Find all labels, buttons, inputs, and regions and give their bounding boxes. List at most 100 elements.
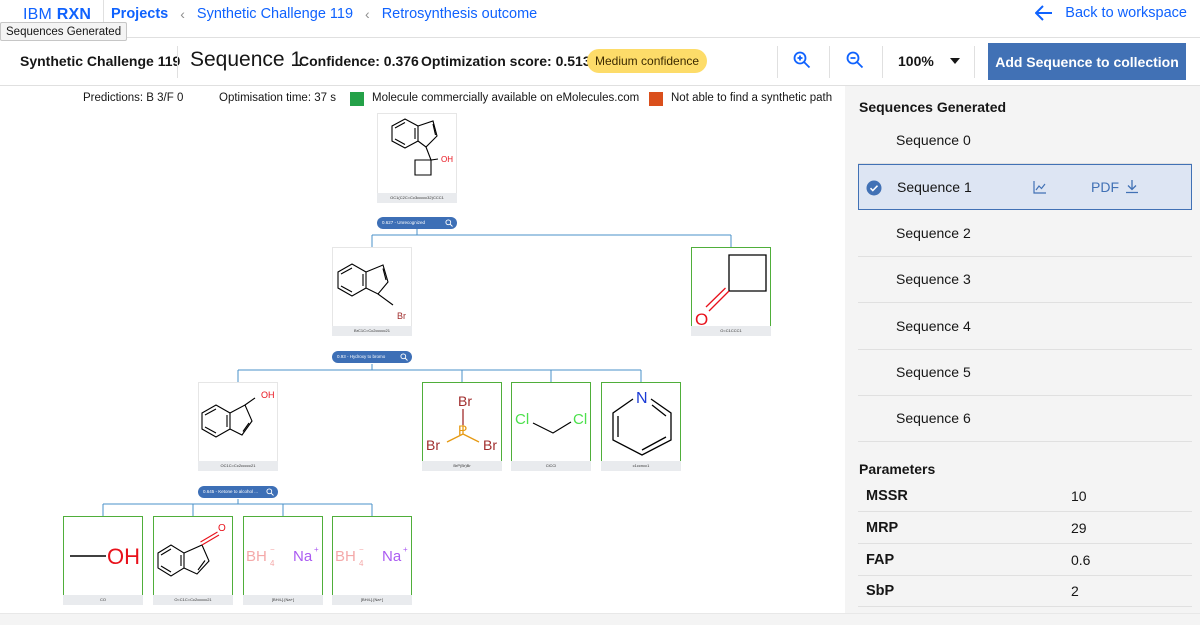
parameter-row: MRP 29 bbox=[858, 512, 1192, 544]
parameter-key: SbP bbox=[866, 583, 895, 599]
parameter-value: 29 bbox=[1071, 520, 1087, 536]
molecule-bromoindene[interactable]: Br BrC1C=Cc2ccccc21 bbox=[332, 247, 412, 336]
sequences-heading: Sequences Generated bbox=[859, 99, 1007, 115]
footer-strip bbox=[0, 613, 1200, 625]
zoom-out-icon bbox=[846, 51, 864, 69]
molecule-nabh4[interactable]: BH − 4 Na + [BH4-].[Na+] bbox=[332, 516, 412, 605]
caret-down-icon bbox=[950, 58, 960, 64]
sequence-item[interactable]: Sequence 4 bbox=[858, 304, 1192, 350]
molecule-pyridine[interactable]: N c1ccncc1 bbox=[601, 382, 681, 471]
smiles-target: OC1(C2C=Cc3ccccc32)CCC1 bbox=[377, 193, 457, 203]
sequence-item[interactable]: Sequence 5 bbox=[858, 350, 1192, 396]
structure-pyridine: N bbox=[612, 390, 672, 456]
confidence-value: Confidence: 0.376 bbox=[299, 53, 419, 69]
pdf-link[interactable]: PDF bbox=[1091, 179, 1119, 195]
subscript-4: 4 bbox=[359, 559, 364, 568]
divider bbox=[829, 46, 830, 78]
toolbar: Synthetic Challenge 119 Sequence 1 Confi… bbox=[0, 38, 1200, 86]
zoom-select[interactable]: 100% bbox=[898, 53, 962, 69]
smiles-cyclobutanone: O=C1CCC1 bbox=[691, 326, 771, 336]
atom-cl: Cl bbox=[515, 411, 529, 428]
atom-oh: OH bbox=[261, 390, 275, 400]
parameter-row: SbP 2 bbox=[858, 575, 1192, 607]
molecule-target[interactable]: OH OC1(C2C=Cc3ccccc32)CCC1 bbox=[377, 113, 457, 203]
parameter-row: FAP 0.6 bbox=[858, 544, 1192, 576]
charge-plus: + bbox=[314, 545, 319, 554]
add-sequence-button[interactable]: Add Sequence to collection bbox=[988, 43, 1186, 80]
structure-dcm: Cl Cl bbox=[515, 411, 587, 434]
breadcrumb-project[interactable]: Synthetic Challenge 119 bbox=[197, 6, 353, 22]
reaction-pill[interactable]: 0.627 - Unrecognized bbox=[377, 217, 457, 229]
smiles-indenone: O=C1C=Cc2ccccc21 bbox=[153, 595, 233, 605]
breadcrumb: Projects ‹ Synthetic Challenge 119 ‹ Ret… bbox=[111, 6, 537, 22]
zoom-value: 100% bbox=[898, 53, 934, 69]
reaction-pill[interactable]: 0.645 - Ketone to alcohol ... bbox=[198, 486, 278, 498]
divider bbox=[974, 46, 975, 78]
atom-br: Br bbox=[426, 437, 440, 453]
atom-br: Br bbox=[397, 311, 406, 321]
structure-cyclobutanone: O bbox=[695, 254, 767, 329]
parameter-key: MRP bbox=[866, 520, 899, 536]
optimization-score: Optimization score: 0.513 bbox=[421, 53, 591, 69]
divider bbox=[882, 46, 883, 78]
structure-nabh4: BH − 4 Na + bbox=[246, 545, 319, 568]
atom-p: P bbox=[458, 422, 467, 438]
atom-oh: OH bbox=[107, 544, 140, 569]
molecule-indenol[interactable]: OH OC1C=Cc2ccccc21 bbox=[198, 382, 278, 471]
sequence-title: Sequence 1 bbox=[190, 48, 303, 71]
zoom-icon bbox=[400, 353, 408, 361]
zoom-in-icon bbox=[793, 51, 811, 69]
atom-br: Br bbox=[458, 393, 472, 409]
molecule-methanol[interactable]: OH CO bbox=[63, 516, 143, 605]
smiles-methanol: CO bbox=[63, 595, 143, 605]
parameter-value: 0.6 bbox=[1071, 552, 1091, 568]
molecule-pbr3[interactable]: Br P Br Br BrP(Br)Br bbox=[422, 382, 502, 471]
breadcrumb-current[interactable]: Retrosynthesis outcome bbox=[382, 6, 538, 22]
back-label: Back to workspace bbox=[1065, 5, 1187, 21]
reaction-pill[interactable]: 0.93 - Hydroxy to bromo bbox=[332, 351, 412, 363]
tooltip: Sequences Generated bbox=[0, 22, 128, 41]
sequence-label: Sequence 3 bbox=[896, 271, 971, 287]
smiles-nabh4: [BH4-].[Na+] bbox=[332, 595, 412, 605]
chevron-left-icon: ‹ bbox=[365, 6, 370, 22]
atom-na: Na bbox=[293, 548, 313, 565]
checkmark-icon bbox=[866, 180, 882, 196]
smiles-nabh4: [BH4-].[Na+] bbox=[243, 595, 323, 605]
sequence-item[interactable]: Sequence 3 bbox=[858, 257, 1192, 303]
molecule-indenone[interactable]: O O=C1C=Cc2ccccc21 bbox=[153, 516, 233, 605]
parameters-heading: Parameters bbox=[859, 461, 936, 477]
back-to-workspace-link[interactable]: Back to workspace bbox=[1035, 5, 1187, 21]
retrosynthesis-canvas[interactable]: Predictions: B 3/F 0 Optimisation time: … bbox=[0, 86, 845, 613]
charge-minus: − bbox=[270, 545, 275, 554]
zoom-icon bbox=[445, 219, 453, 227]
smiles-pyridine: c1ccncc1 bbox=[601, 461, 681, 471]
project-name: Synthetic Challenge 119 bbox=[20, 53, 181, 69]
reaction-label: 0.93 - Hydroxy to bromo bbox=[337, 354, 386, 359]
chart-icon[interactable] bbox=[1033, 180, 1047, 194]
sequence-item[interactable]: Sequence 6 bbox=[858, 396, 1192, 442]
sequence-label: Sequence 6 bbox=[896, 410, 971, 426]
sequences-panel: Sequences Generated Sequence 0 Sequence … bbox=[845, 86, 1200, 613]
sequence-item[interactable]: Sequence 2 bbox=[858, 211, 1192, 257]
structure-indenol: OH bbox=[201, 390, 275, 438]
charge-minus: − bbox=[359, 545, 364, 554]
brand-rxn: RXN bbox=[56, 6, 92, 23]
zoom-out-button[interactable] bbox=[846, 51, 864, 74]
molecule-nabh4[interactable]: BH − 4 Na + [BH4-].[Na+] bbox=[243, 516, 323, 605]
sequence-item-selected[interactable]: Sequence 1 PDF bbox=[858, 164, 1192, 210]
structure-methanol: OH bbox=[70, 544, 140, 569]
sequence-item[interactable]: Sequence 0 bbox=[858, 118, 1192, 164]
atom-n: N bbox=[636, 390, 648, 407]
atom-o: O bbox=[218, 523, 226, 534]
atom-bh4: BH bbox=[246, 548, 267, 565]
parameter-row: MSSR 10 bbox=[858, 480, 1192, 512]
structure-nabh4: BH − 4 Na + bbox=[335, 545, 408, 568]
sequence-label: Sequence 2 bbox=[896, 225, 971, 241]
molecule-dcm[interactable]: Cl Cl ClCCl bbox=[511, 382, 591, 471]
reaction-label: 0.645 - Ketone to alcohol ... bbox=[203, 489, 259, 494]
molecule-cyclobutanone[interactable]: O O=C1CCC1 bbox=[691, 247, 771, 336]
zoom-in-button[interactable] bbox=[793, 51, 811, 74]
breadcrumb-projects[interactable]: Projects bbox=[111, 6, 168, 22]
download-icon[interactable] bbox=[1125, 179, 1139, 194]
sequence-label: Sequence 1 bbox=[897, 179, 972, 195]
